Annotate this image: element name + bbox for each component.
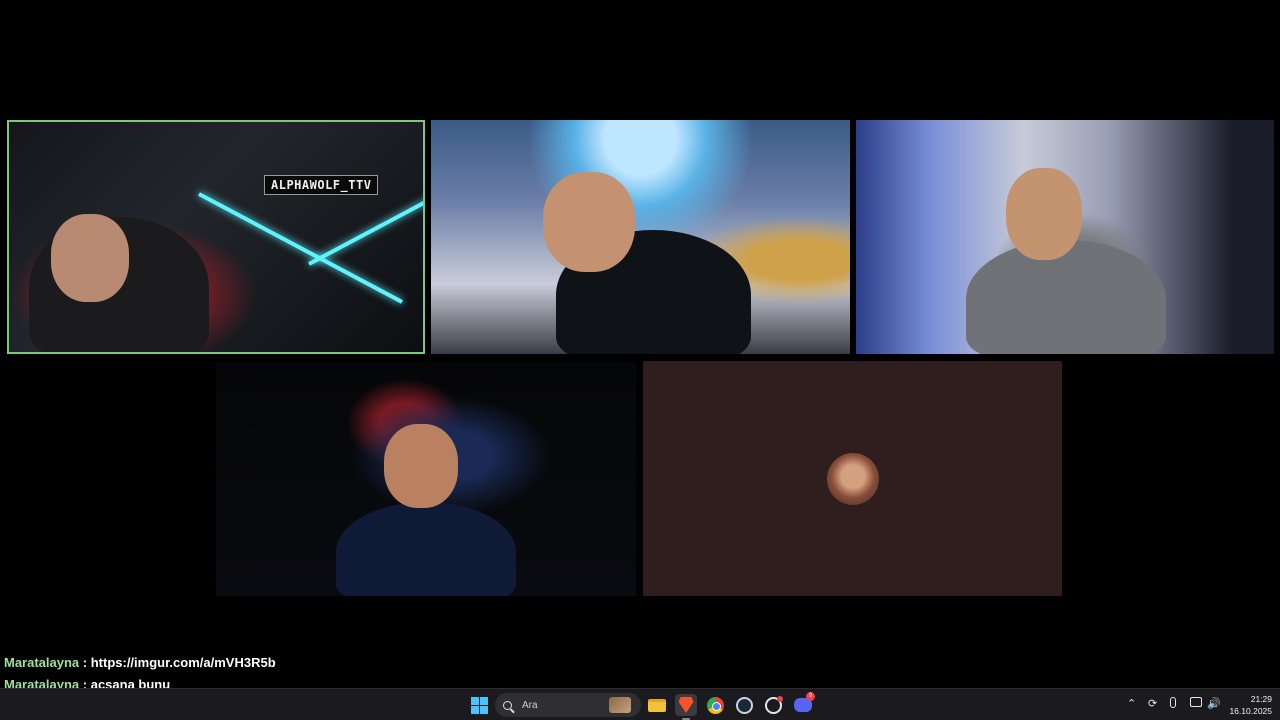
taskbar: Ara 9 ⌃ ⟳ 🔊 21:29 16.10.2025 [0,688,1280,720]
network-icon[interactable] [1190,697,1202,707]
streamer-name-plate: ALPHAWOLF_TTV [264,175,379,195]
participant-head [1006,168,1082,260]
clock-date: 16.10.2025 [1229,706,1272,716]
participant-head [384,424,458,508]
microphone-icon[interactable] [1170,697,1176,708]
neon-light-decoration [198,192,404,304]
video-tile-5-camera-off [643,361,1062,596]
participant-body [966,240,1166,354]
chat-text: https://imgur.com/a/mVH3R5b [90,655,276,670]
avatar [827,453,879,505]
video-tile-4 [216,362,636,596]
volume-icon[interactable]: 🔊 [1207,697,1221,710]
folder-icon[interactable] [646,694,668,716]
chevron-up-icon[interactable]: ⌃ [1127,697,1136,710]
chat-separator: : [79,655,91,670]
participant-head [51,214,129,302]
taskbar-search[interactable]: Ara [495,693,641,717]
search-icon [503,700,512,710]
windows-logo-icon[interactable] [468,694,490,716]
participant-body [336,502,516,596]
brave-browser-icon[interactable] [675,694,697,720]
clock-time: 21:29 [1250,694,1272,704]
search-placeholder: Ara [522,699,538,711]
github-icon[interactable] [762,694,784,716]
taskbar-clock[interactable]: 21:29 16.10.2025 [1229,693,1272,717]
chat-message: Maratalayna : https://imgur.com/a/mVH3R5… [4,652,276,674]
search-highlight-image [609,697,631,713]
steam-icon[interactable] [733,694,755,716]
participant-head [543,172,635,272]
chrome-icon[interactable] [704,694,726,716]
chat-username: Maratalayna [4,655,80,670]
neon-light-decoration [308,154,423,266]
notification-badge: 9 [806,692,815,701]
sync-icon[interactable]: ⟳ [1148,697,1157,710]
video-tile-2 [431,120,850,354]
video-tile-3 [856,120,1274,354]
video-tile-1: ALPHAWOLF_TTV [7,120,425,354]
